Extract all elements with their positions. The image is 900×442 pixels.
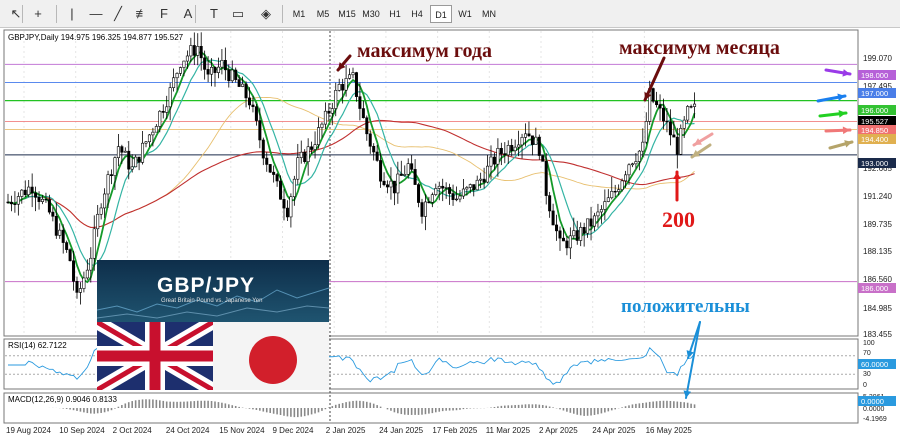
price-label-box: 196.000: [858, 105, 896, 115]
price-axis-tick: 189.735: [863, 220, 892, 229]
candle: [651, 87, 655, 104]
candle: [541, 155, 545, 162]
timeframe-d1-button[interactable]: D1: [430, 5, 452, 23]
horizontal-line-tool-icon[interactable]: —: [86, 4, 106, 24]
svg-text:0.0000: 0.0000: [861, 397, 884, 406]
timeframe-m15-button[interactable]: M15: [336, 5, 358, 23]
macd-axis-tick: -4.1969: [863, 416, 887, 423]
svg-text:196.000: 196.000: [861, 106, 888, 115]
timeframe-h1-button[interactable]: H1: [384, 5, 406, 23]
price-label-box: 198.000: [858, 70, 896, 80]
date-axis-label: 9 Dec 2024: [273, 426, 314, 435]
annotation-ma200: 200: [662, 207, 695, 232]
date-axis-label: 11 Mar 2025: [486, 426, 531, 435]
date-axis-label: 15 Nov 2024: [219, 426, 265, 435]
indicator-value-box: 60.0000: [858, 359, 896, 369]
price-label-box: 197.000: [858, 88, 896, 98]
svg-text:194.400: 194.400: [861, 135, 888, 144]
toolbar-separator: [22, 5, 23, 23]
price-label-box: 194.400: [858, 134, 896, 144]
timeframe-m30-button[interactable]: M30: [360, 5, 382, 23]
rsi-axis-tick: 30: [863, 371, 871, 378]
equidistant-channel-tool-icon[interactable]: ≢: [132, 4, 152, 24]
toolbar-separator: [282, 5, 283, 23]
trendline-tool-icon[interactable]: ╱: [108, 4, 128, 24]
toolbar-separator: [56, 5, 57, 23]
rsi-axis-tick: 100: [863, 340, 875, 347]
macd-axis-tick: 0.0000: [863, 406, 885, 413]
candle: [679, 124, 683, 156]
rectangle-tool-icon[interactable]: ▭: [228, 4, 248, 24]
annotation-positive: положительны: [621, 296, 750, 317]
svg-text:197.000: 197.000: [861, 89, 888, 98]
price-label-box: 195.527: [858, 116, 896, 126]
banner-title: GBP/JPY: [157, 274, 256, 297]
svg-text:194.850: 194.850: [861, 126, 888, 135]
date-axis-label: 24 Oct 2024: [166, 426, 210, 435]
price-axis-tick: 191.240: [863, 192, 892, 201]
svg-text:60.0000: 60.0000: [861, 360, 888, 369]
date-axis-label: 16 May 2025: [646, 426, 693, 435]
annotation-month-high: максимум месяца: [619, 37, 780, 59]
shapes-tool-icon[interactable]: ◈: [256, 4, 276, 24]
price-axis-tick: 186.560: [863, 275, 892, 284]
timeframe-w1-button[interactable]: W1: [454, 5, 476, 23]
price-axis-tick: 199.070: [863, 54, 892, 63]
chart-header: GBPJPY,Daily 194.975 196.325 194.877 195…: [8, 33, 184, 42]
price-axis-tick: 188.135: [863, 247, 892, 256]
svg-text:186.000: 186.000: [861, 284, 888, 293]
timeframe-h4-button[interactable]: H4: [406, 5, 428, 23]
date-axis-label: 24 Jan 2025: [379, 426, 424, 435]
date-axis-label: 19 Aug 2024: [6, 426, 51, 435]
gbpjpy-banner: GBP/JPY Great Britain Pound vs. Japanese…: [97, 260, 329, 390]
rsi-axis-tick: 70: [863, 350, 871, 357]
date-axis-label: 2 Jan 2025: [326, 426, 366, 435]
price-axis-tick: 183.455: [863, 330, 892, 339]
annotation-year-high: максимум года: [357, 40, 493, 62]
price-label-box: 193.000: [858, 158, 896, 168]
macd-label: MACD(12,26,9) 0.9046 0.8133: [8, 395, 118, 404]
rsi-axis-tick: 0: [863, 382, 867, 389]
svg-text:198.000: 198.000: [861, 71, 888, 80]
date-axis-label: 2 Oct 2024: [113, 426, 153, 435]
indicator-value-box: 0.0000: [858, 396, 896, 406]
candle: [68, 248, 72, 262]
crosshair-tool-icon[interactable]: +: [28, 4, 48, 24]
svg-text:193.000: 193.000: [861, 159, 888, 168]
date-axis-label: 2 Apr 2025: [539, 426, 578, 435]
toolbar-separator: [195, 5, 196, 23]
vertical-line-tool-icon[interactable]: |: [62, 4, 82, 24]
banner-subtitle: Great Britain Pound vs. Japanese Yen: [161, 298, 263, 304]
candle: [268, 164, 272, 174]
timeframe-m1-button[interactable]: M1: [288, 5, 310, 23]
price-label-box: 194.850: [858, 125, 896, 135]
date-axis-label: 24 Apr 2025: [592, 426, 636, 435]
date-axis-label: 10 Sep 2024: [59, 426, 105, 435]
rsi-label: RSI(14) 62.7122: [8, 341, 67, 350]
price-label-box: 186.000: [858, 283, 896, 293]
toolbar: ↖ + | — ╱ ≢ F A T ▭ ◈ M1 M5 M15 M30 H1 H4 D1 W1 MN: [0, 0, 900, 28]
date-axis-label: 17 Feb 2025: [432, 426, 477, 435]
price-axis-tick: 184.985: [863, 304, 892, 313]
timeframe-m5-button[interactable]: M5: [312, 5, 334, 23]
label-tool-icon[interactable]: T: [204, 4, 224, 24]
fibonacci-tool-icon[interactable]: F: [154, 4, 174, 24]
svg-text:195.527: 195.527: [861, 117, 888, 126]
cursor-tool-icon[interactable]: ↖: [6, 4, 26, 24]
timeframe-mn-button[interactable]: MN: [478, 5, 500, 23]
